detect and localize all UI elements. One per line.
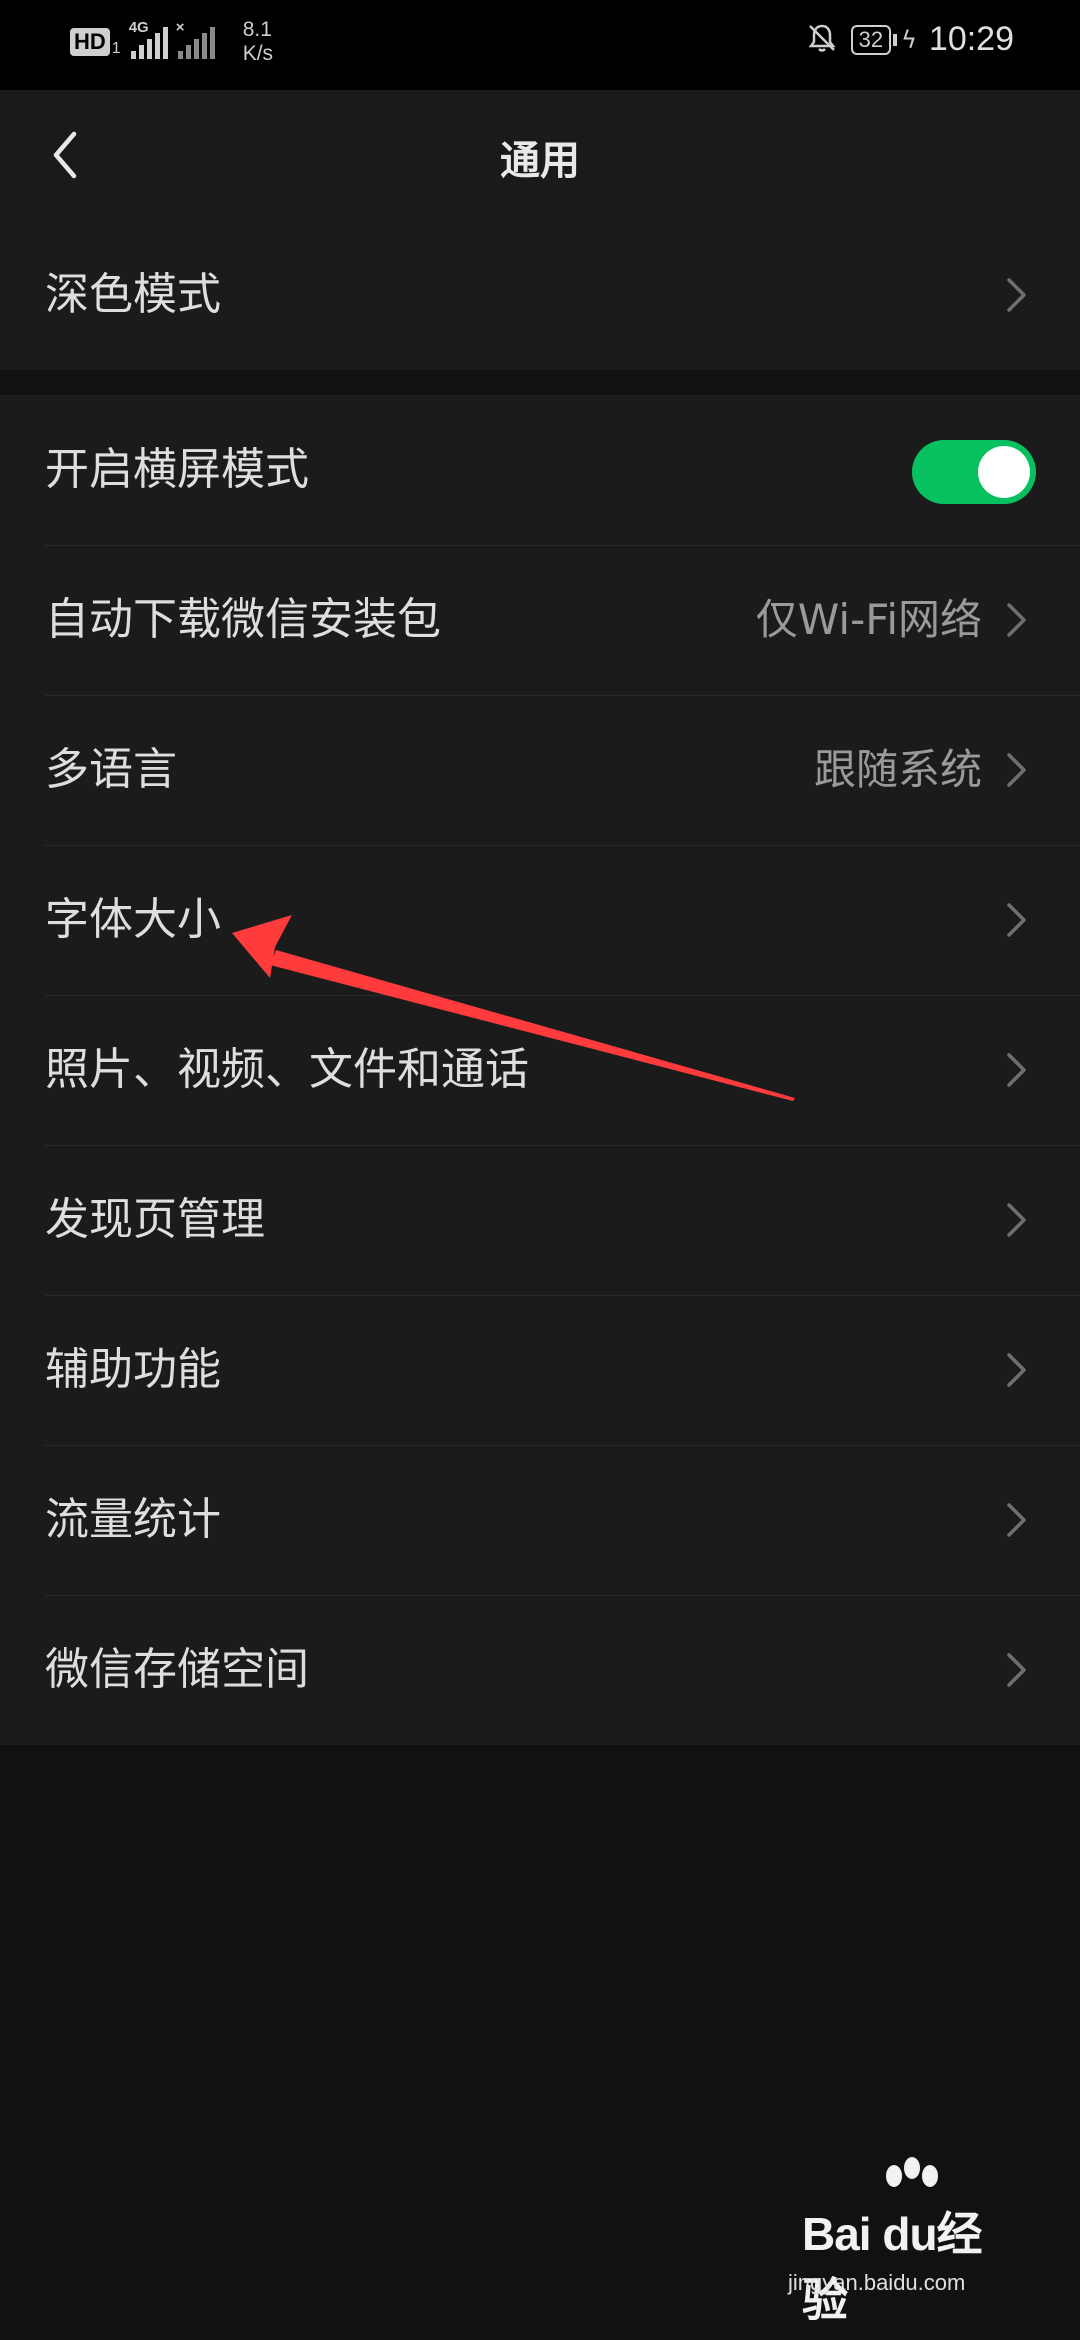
baidu-watermark: Bai du经验 jingyan.baidu.com bbox=[788, 2157, 1022, 2326]
signal-sim2-icon: × bbox=[176, 19, 215, 59]
settings-row-storage[interactable]: 微信存储空间 bbox=[0, 1595, 1080, 1745]
toggle-knob bbox=[978, 446, 1030, 498]
landscape-mode-toggle[interactable] bbox=[912, 440, 1036, 504]
status-time: 10:29 bbox=[928, 20, 1014, 58]
settings-row-label: 开启横屏模式 bbox=[45, 444, 309, 495]
chevron-right-icon bbox=[1007, 753, 1026, 787]
signal-4g-tag: 4G bbox=[128, 19, 149, 36]
chevron-right-icon bbox=[1007, 903, 1026, 937]
battery-level: 32 bbox=[850, 24, 892, 55]
settings-row-label: 自动下载微信安装包 bbox=[45, 594, 441, 645]
status-bar: HD 1 4G × 8.1 K/s 32 ϟ 10:29 bbox=[0, 0, 1080, 90]
settings-row-label: 字体大小 bbox=[45, 894, 221, 945]
settings-row-label: 照片、视频、文件和通话 bbox=[45, 1044, 529, 1095]
sim-number: 1 bbox=[111, 40, 121, 57]
chevron-right-icon bbox=[1007, 1053, 1026, 1087]
network-speed-unit: K/s bbox=[242, 42, 274, 65]
settings-row-data-usage[interactable]: 流量统计 bbox=[0, 1445, 1080, 1595]
settings-row-value: 仅Wi-Fi网络 bbox=[755, 595, 982, 644]
chevron-right-icon bbox=[1007, 603, 1026, 637]
charging-icon: ϟ bbox=[901, 25, 917, 54]
settings-row-dark-mode[interactable]: 深色模式 bbox=[0, 220, 1080, 370]
battery-icon: 32 ϟ bbox=[850, 24, 917, 55]
settings-row-label: 发现页管理 bbox=[45, 1194, 265, 1245]
settings-row-accessibility[interactable]: 辅助功能 bbox=[0, 1295, 1080, 1445]
status-right: 32 ϟ 10:29 bbox=[805, 20, 1014, 59]
settings-row-auto-download[interactable]: 自动下载微信安装包 仅Wi-Fi网络 bbox=[0, 545, 1080, 695]
hd-voice-icon: HD bbox=[70, 28, 110, 56]
page-title: 通用 bbox=[500, 138, 580, 184]
network-speed-value: 8.1 bbox=[242, 18, 272, 41]
settings-row-label: 辅助功能 bbox=[45, 1344, 221, 1395]
settings-row-landscape: 开启横屏模式 bbox=[0, 395, 1080, 545]
settings-row-label: 流量统计 bbox=[45, 1494, 221, 1545]
bell-off-icon bbox=[805, 21, 839, 59]
settings-row-label: 微信存储空间 bbox=[45, 1644, 309, 1695]
settings-row-font-size[interactable]: 字体大小 bbox=[0, 845, 1080, 995]
network-speed: 8.1 K/s bbox=[243, 18, 273, 66]
watermark-logo-text: Bai du经验 bbox=[802, 2208, 983, 2326]
chevron-right-icon bbox=[1007, 1203, 1026, 1237]
settings-row-discover[interactable]: 发现页管理 bbox=[0, 1145, 1080, 1295]
settings-row-language[interactable]: 多语言 跟随系统 bbox=[0, 695, 1080, 845]
chevron-right-icon bbox=[1007, 1353, 1026, 1387]
signal-sim2-tag: × bbox=[175, 19, 185, 36]
chevron-right-icon bbox=[1007, 278, 1026, 312]
header-bar: 通用 bbox=[0, 90, 1080, 220]
settings-row-value: 跟随系统 bbox=[813, 745, 982, 794]
signal-4g-icon: 4G bbox=[129, 19, 168, 59]
chevron-right-icon bbox=[1007, 1653, 1026, 1687]
chevron-right-icon bbox=[1007, 1503, 1026, 1537]
status-left: HD 1 4G × 8.1 K/s bbox=[70, 18, 273, 66]
settings-row-label: 深色模式 bbox=[45, 269, 221, 320]
settings-section-general: 开启横屏模式 自动下载微信安装包 仅Wi-Fi网络 多语言 跟随系统 字体大小 … bbox=[0, 395, 1080, 1745]
watermark-site: jingyan.baidu.com bbox=[788, 2270, 966, 2295]
settings-row-media[interactable]: 照片、视频、文件和通话 bbox=[0, 995, 1080, 1145]
settings-row-label: 多语言 bbox=[45, 744, 177, 795]
settings-section-display: 深色模式 bbox=[0, 220, 1080, 370]
